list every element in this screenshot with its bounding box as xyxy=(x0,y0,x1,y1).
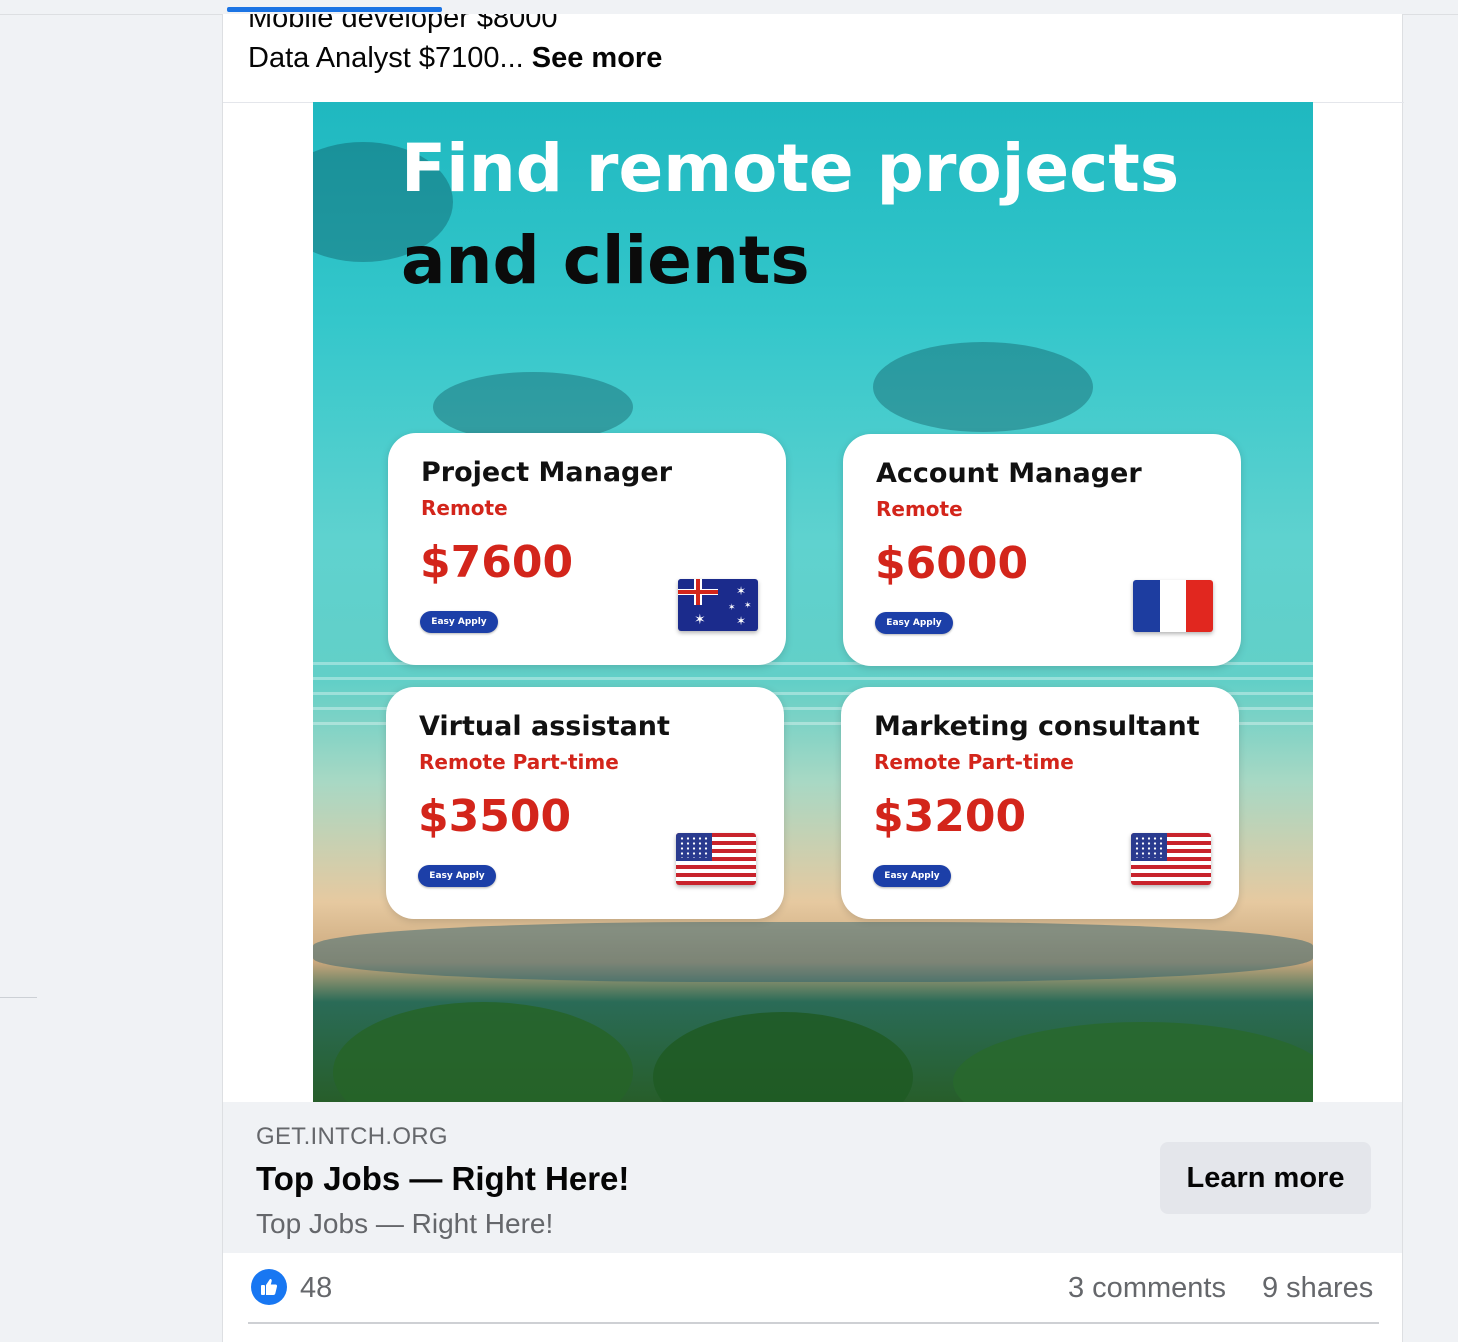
loading-indicator xyxy=(227,7,442,12)
ad-headline-line-1: Find remote projects xyxy=(401,130,1180,207)
job-salary: $6000 xyxy=(875,538,1029,589)
easy-apply-badge: Easy Apply xyxy=(875,612,953,634)
ad-domain: GET.INTCH.ORG xyxy=(256,1123,448,1150)
thumbs-up-icon[interactable] xyxy=(251,1269,287,1305)
learn-more-button[interactable]: Learn more xyxy=(1160,1142,1371,1214)
job-card: Project Manager Remote $7600 Easy Apply … xyxy=(388,433,786,665)
thumbs-up-glyph xyxy=(261,1279,278,1295)
job-title: Virtual assistant xyxy=(419,711,670,742)
easy-apply-badge: Easy Apply xyxy=(873,865,951,887)
engagement-divider xyxy=(248,1322,1379,1324)
sidebar-divider xyxy=(0,997,37,998)
job-title: Account Manager xyxy=(876,458,1142,489)
ad-link-preview[interactable]: GET.INTCH.ORG Top Jobs — Right Here! Top… xyxy=(223,1102,1402,1253)
post-text-line: Mobile developer $8000 xyxy=(248,14,558,34)
post-text-fragment: Data Analyst $7100... xyxy=(248,42,532,74)
job-card: Virtual assistant Remote Part-time $3500… xyxy=(386,687,784,919)
water-shadow xyxy=(873,342,1093,432)
post-text: Mobile developer $8000 Data Analyst $710… xyxy=(248,14,1348,100)
france-flag-icon xyxy=(1133,580,1213,632)
job-salary: $3200 xyxy=(873,791,1027,842)
ad-description: Top Jobs — Right Here! xyxy=(256,1208,554,1239)
usa-flag-icon xyxy=(676,833,756,885)
tree-canopy xyxy=(333,1002,633,1102)
job-type: Remote Part-time xyxy=(419,750,619,774)
feed-post: Mobile developer $8000 Data Analyst $710… xyxy=(222,14,1404,1342)
wave-line xyxy=(313,677,1313,680)
australia-flag-icon: ✶ ✶ ✶ ✶ ✶ xyxy=(678,579,758,631)
water-shadow xyxy=(433,372,633,442)
job-salary: $7600 xyxy=(420,537,574,588)
tree-canopy xyxy=(653,1012,913,1102)
like-count[interactable]: 48 xyxy=(300,1272,332,1305)
tree-shadow xyxy=(313,922,1313,982)
job-type: Remote xyxy=(876,497,963,521)
job-title: Project Manager xyxy=(421,457,673,488)
shares-count-link[interactable]: 9 shares xyxy=(1262,1272,1373,1305)
job-type: Remote xyxy=(421,496,508,520)
comments-count-link[interactable]: 3 comments xyxy=(1068,1272,1226,1305)
easy-apply-badge: Easy Apply xyxy=(418,865,496,887)
job-card: Marketing consultant Remote Part-time $3… xyxy=(841,687,1239,919)
tree-canopy xyxy=(953,1022,1313,1102)
ad-headline-line-2: and clients xyxy=(401,222,810,299)
post-text-line: Data Analyst $7100... See more xyxy=(248,42,662,75)
job-title: Marketing consultant xyxy=(874,711,1200,742)
ad-image[interactable]: Find remote projects and clients Project… xyxy=(313,102,1313,1102)
job-salary: $3500 xyxy=(418,791,572,842)
easy-apply-badge: Easy Apply xyxy=(420,611,498,633)
ad-title: Top Jobs — Right Here! xyxy=(256,1160,630,1197)
job-card: Account Manager Remote $6000 Easy Apply xyxy=(843,434,1241,666)
job-type: Remote Part-time xyxy=(874,750,1074,774)
usa-flag-icon xyxy=(1131,833,1211,885)
see-more-link[interactable]: See more xyxy=(532,42,663,74)
